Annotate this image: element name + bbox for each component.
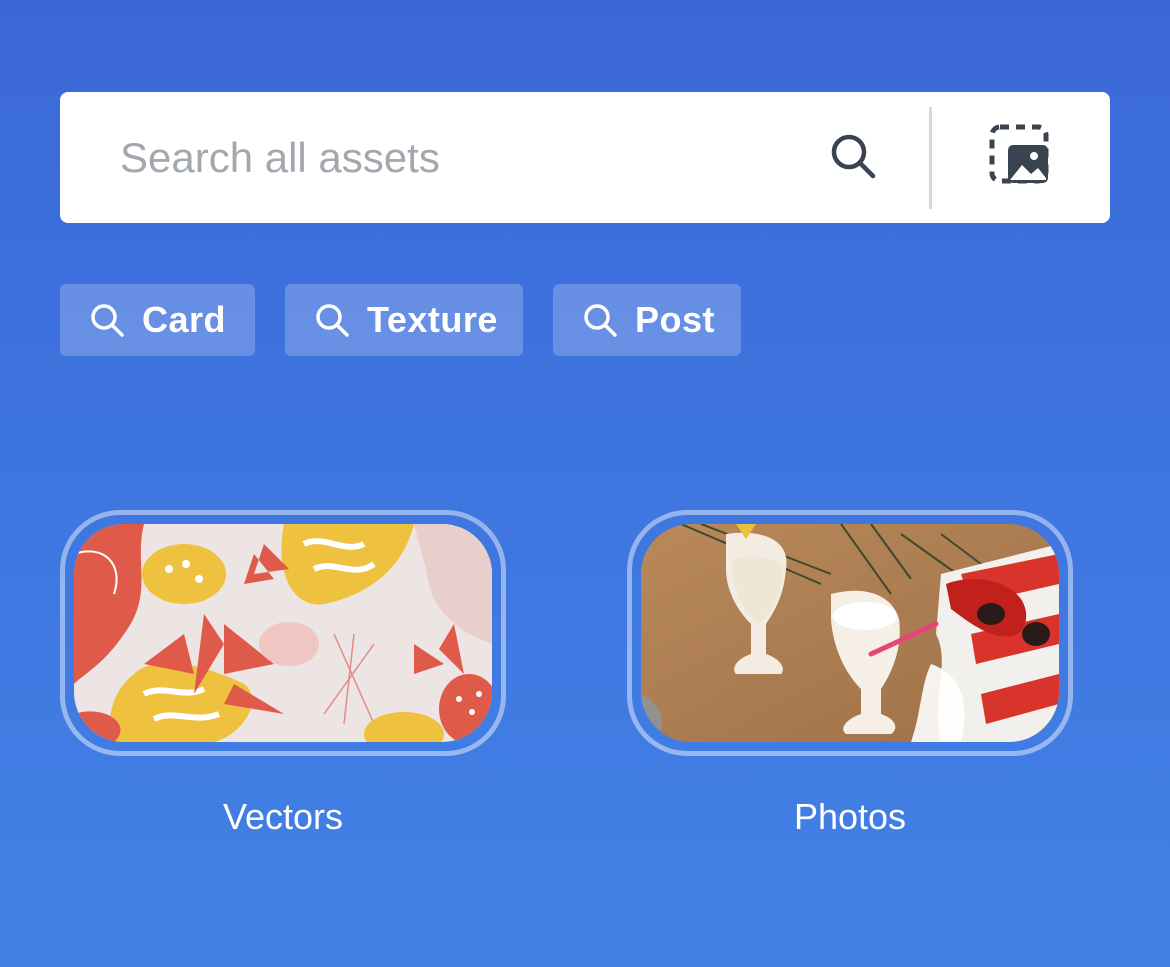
chip-label: Post — [635, 299, 716, 340]
chip-label: Texture — [367, 299, 498, 340]
category-thumbnail-frame — [627, 510, 1073, 756]
category-vectors[interactable]: Vectors — [60, 510, 506, 838]
search-bar — [60, 92, 1110, 223]
search-input[interactable] — [120, 92, 810, 223]
chip-post[interactable]: Post — [553, 284, 741, 356]
image-search-icon — [988, 123, 1052, 192]
chip-texture[interactable]: Texture — [285, 284, 523, 356]
search-icon — [581, 300, 621, 340]
photos-thumbnail — [641, 524, 1059, 742]
search-divider — [929, 107, 932, 209]
category-label: Vectors — [222, 796, 344, 837]
category-thumbnail-frame — [60, 510, 506, 756]
image-search-button[interactable] — [985, 122, 1055, 192]
search-button[interactable] — [823, 128, 883, 188]
search-icon — [313, 300, 353, 340]
chip-card[interactable]: Card — [60, 284, 255, 356]
category-label: Photos — [793, 796, 907, 837]
search-icon — [88, 300, 128, 340]
vectors-thumbnail — [74, 524, 492, 742]
search-icon — [827, 130, 879, 187]
chip-label: Card — [142, 299, 227, 340]
category-photos[interactable]: Photos — [627, 510, 1073, 838]
